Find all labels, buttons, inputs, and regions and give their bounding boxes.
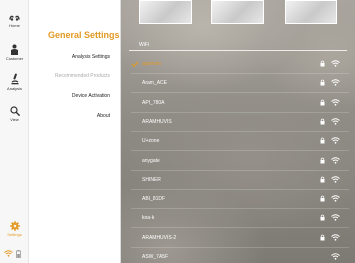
wifi-signal-icon — [331, 60, 340, 67]
wifi-signal-icon — [331, 195, 340, 202]
wifi-signal-icon — [331, 214, 340, 222]
nav-analysis[interactable]: Analysis — [0, 73, 29, 91]
background-thumbnail — [211, 0, 264, 24]
lock-icon — [320, 195, 325, 202]
wifi-network-name: ARAMHUVIS — [142, 118, 172, 125]
battery-icon — [16, 250, 21, 258]
menu-item-analysis-settings[interactable]: Analysis Settings — [72, 54, 110, 60]
section-divider — [129, 50, 347, 51]
wifi-network-row[interactable]: Aram_ACE — [131, 74, 349, 94]
wifi-network-row[interactable]: ARAMHUVIS-2 — [131, 229, 349, 248]
wifi-status-icon — [4, 250, 13, 257]
wifi-network-name: ASW_7A5F — [142, 254, 169, 260]
nav-customer[interactable]: Customer — [0, 44, 29, 61]
wifi-network-row[interactable]: koa-k — [131, 209, 349, 229]
nav-settings-label: Settings — [7, 232, 22, 237]
wifi-signal-icon — [331, 253, 340, 260]
nav-view-label: View — [10, 117, 19, 122]
page-title: General Settings — [48, 30, 120, 40]
wifi-network-row[interactable]: API_780A — [131, 94, 349, 113]
wifi-network-row[interactable]: anygate — [131, 152, 349, 171]
wifi-network-row[interactable]: SHINER — [131, 171, 349, 190]
lock-icon — [320, 214, 325, 221]
nav-home[interactable]: Home — [0, 13, 29, 28]
check-icon — [131, 61, 139, 67]
wifi-section-header: WiFi — [139, 42, 149, 48]
gear-icon — [9, 221, 20, 231]
wifi-network-row[interactable]: ASW_7A5F — [131, 248, 349, 263]
home-icon — [9, 15, 20, 21]
wifi-signal-icon — [331, 79, 340, 86]
wifi-signal-icon — [331, 233, 340, 241]
lock-icon — [320, 99, 325, 106]
nav-analysis-label: Analysis — [7, 86, 22, 91]
wifi-signal-icon — [331, 137, 340, 144]
wifi-panel: WiFi apoinoin Aram_ACE API_780A ARAMHUVIS U+… — [121, 0, 355, 263]
nav-view[interactable]: View — [0, 106, 29, 122]
customer-icon — [11, 44, 18, 55]
side-nav-rail: Home Customer Analysis View Settings — [0, 0, 29, 263]
wifi-network-name: SHINER — [142, 176, 161, 183]
lock-icon — [320, 234, 325, 241]
background-thumbnail — [285, 0, 337, 24]
background-thumbnail — [139, 0, 192, 24]
wifi-network-name: koa-k — [142, 215, 155, 222]
lock-icon — [320, 176, 325, 183]
wifi-signal-icon — [331, 98, 340, 106]
wifi-network-name: Aram_ACE — [142, 80, 168, 87]
analysis-icon — [11, 73, 18, 85]
wifi-network-row[interactable]: ABI_81DF — [131, 190, 349, 210]
wifi-network-name: U+zone — [142, 138, 160, 145]
wifi-network-row[interactable]: ARAMHUVIS — [131, 113, 349, 132]
wifi-network-row[interactable]: U+zone — [131, 132, 349, 152]
menu-item-recommended-products: Recommended Products — [54, 73, 110, 79]
wifi-signal-icon — [331, 176, 340, 183]
lock-icon — [320, 137, 325, 144]
nav-customer-label: Customer — [5, 56, 24, 61]
wifi-network-name: anygate — [142, 157, 160, 164]
view-icon — [9, 106, 20, 116]
wifi-network-name: ARAMHUVIS-2 — [142, 234, 177, 241]
wifi-signal-icon — [331, 156, 340, 164]
nav-home-label: Home — [9, 23, 20, 28]
lock-icon — [320, 118, 325, 125]
menu-item-about[interactable]: About — [97, 113, 110, 119]
lock-icon — [320, 79, 325, 86]
menu-item-device-activation[interactable]: Device Activation — [72, 93, 110, 99]
wifi-signal-icon — [331, 118, 340, 125]
wifi-network-name: API_780A — [142, 99, 165, 106]
wifi-network-row[interactable]: apoinoin — [131, 55, 349, 74]
lock-icon — [320, 157, 325, 163]
settings-menu-panel: General Settings Analysis Settings Recom… — [29, 0, 121, 263]
wifi-network-name: ABI_81DF — [142, 196, 166, 203]
status-indicators — [4, 250, 26, 258]
wifi-network-name: apoinoin — [142, 61, 161, 67]
lock-icon — [320, 60, 325, 67]
nav-settings[interactable]: Settings — [0, 221, 29, 237]
